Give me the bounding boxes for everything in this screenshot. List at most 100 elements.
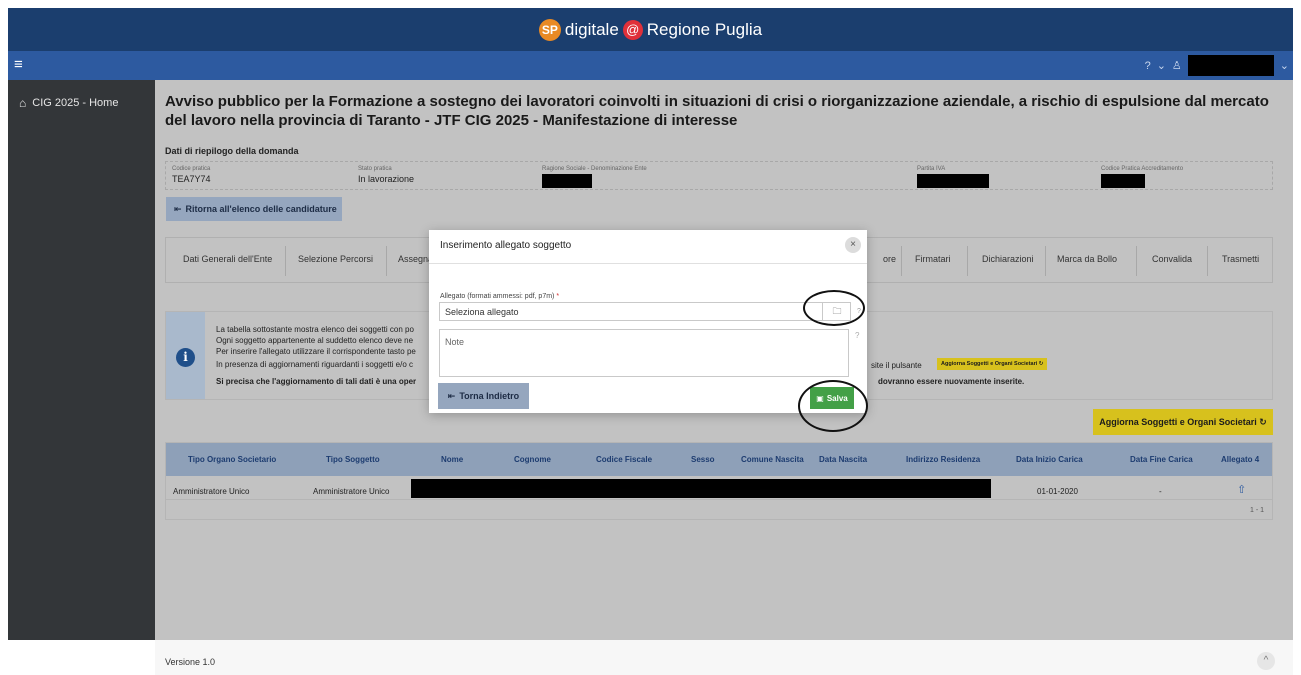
scroll-top-button[interactable]: ^ — [1257, 652, 1275, 670]
cell-data-fine: - — [1159, 487, 1162, 496]
ragione-sociale-redacted — [542, 174, 592, 188]
codice-pratica-value: TEA7Y74 — [172, 174, 211, 184]
tab-divider — [901, 246, 902, 276]
info-line-4-right: site il pulsante — [871, 361, 922, 370]
th-allegato-4[interactable]: Allegato 4 — [1221, 455, 1259, 464]
th-tipo-soggetto[interactable]: Tipo Soggetto — [326, 455, 380, 464]
close-icon[interactable]: × — [845, 237, 861, 253]
info-icon: i — [176, 348, 195, 367]
riepilogo-box: Codice pratica TEA7Y74 Stato pratica In … — [165, 161, 1273, 190]
nav-right: ? ⌄ ♙ ⌄ — [1145, 55, 1289, 76]
info-line-5: Si precisa che l'aggiornamento di tali d… — [216, 377, 417, 386]
note-textarea[interactable]: Note — [439, 329, 849, 377]
tab-assegna[interactable]: Assegna — [398, 254, 433, 264]
torna-indietro-button[interactable]: ⇤ Torna Indietro — [438, 383, 529, 409]
tab-dati-generali[interactable]: Dati Generali dell'Ente — [183, 254, 272, 264]
partita-iva-cell: Partita IVA — [917, 166, 989, 193]
stato-pratica-cell: Stato pratica In lavorazione — [358, 166, 414, 184]
riepilogo-heading: Dati di riepilogo della domanda — [165, 146, 299, 156]
banner-text-right: Regione Puglia — [646, 19, 763, 39]
info-line-2: Ogni soggetto appartenente al suddetto e… — [216, 336, 414, 345]
tab-divider — [1207, 246, 1208, 276]
annotation-oval-save — [798, 380, 868, 432]
th-indirizzo-residenza[interactable]: Indirizzo Residenza — [906, 455, 980, 464]
back-icon: ⇤ — [174, 203, 182, 214]
info-line-4: In presenza di aggiornamenti riguardanti… — [216, 360, 414, 369]
codice-accreditamento-redacted — [1101, 174, 1145, 188]
modal-divider — [429, 263, 867, 264]
help-icon[interactable]: ? — [1145, 60, 1151, 72]
upload-icon[interactable]: ⇧ — [1237, 483, 1246, 496]
row-divider — [166, 499, 1272, 500]
torna-indietro-label: Torna Indietro — [459, 391, 520, 401]
user-menu-chevron-icon[interactable]: ⌄ — [1280, 59, 1289, 72]
th-data-nascita[interactable]: Data Nascita — [819, 455, 867, 464]
banner-text-left: digitale — [564, 19, 619, 39]
navbar: ≡ ? ⌄ ♙ ⌄ — [8, 51, 1293, 80]
tab-firmatari[interactable]: Firmatari — [915, 254, 951, 264]
tab-divider — [967, 246, 968, 276]
sidebar-item-label: CIG 2025 - Home — [32, 97, 119, 109]
allegato-label-text: Allegato (formati ammessi: pdf, p7m) — [440, 293, 555, 300]
partita-iva-label: Partita IVA — [917, 166, 946, 172]
tab-trasmetti[interactable]: Trasmetti — [1222, 254, 1259, 264]
stato-pratica-label: Stato pratica — [358, 166, 392, 172]
info-line-5-right: dovranno essere nuovamente inserite. — [878, 377, 1025, 386]
row-redacted-data — [411, 479, 991, 498]
tab-marca-da-bollo[interactable]: Marca da Bollo — [1057, 254, 1117, 264]
sidebar-item-home[interactable]: ⌂ CIG 2025 - Home — [8, 80, 155, 110]
th-data-inizio-carica[interactable]: Data Inizio Carica — [1016, 455, 1083, 464]
cell-data-inizio: 01-01-2020 — [1037, 487, 1078, 496]
hamburger-icon[interactable]: ≡ — [14, 57, 30, 73]
page-title: Avviso pubblico per la Formazione a sost… — [165, 93, 1269, 129]
codice-accreditamento-label: Codice Pratica Accreditamento — [1101, 166, 1184, 172]
tab-convalida[interactable]: Convalida — [1152, 254, 1192, 264]
allegato-file-input[interactable]: Seleziona allegato — [439, 302, 851, 321]
table-pager: 1 - 1 — [1249, 507, 1264, 514]
soggetti-table: Tipo Organo Societario Tipo Soggetto Nom… — [165, 442, 1273, 520]
th-nome[interactable]: Nome — [441, 455, 463, 464]
inline-aggiorna-button: Aggiorna Soggetti e Organi Societari ↻ — [937, 358, 1048, 370]
th-data-fine-carica[interactable]: Data Fine Carica — [1130, 455, 1193, 464]
back-to-list-button[interactable]: ⇤ Ritorna all'elenco delle candidature — [166, 197, 342, 221]
table-header: Tipo Organo Societario Tipo Soggetto Nom… — [166, 443, 1272, 476]
back-icon: ⇤ — [447, 390, 456, 401]
footer: Versione 1.0 ^ — [155, 640, 1293, 675]
cell-tipo-organo: Amministratore Unico — [173, 487, 250, 496]
codice-pratica-label: Codice pratica — [172, 166, 211, 172]
tab-divider — [1045, 246, 1046, 276]
aggiorna-soggetti-button[interactable]: Aggiorna Soggetti e Organi Societari ↻ — [1093, 409, 1273, 435]
th-tipo-organo[interactable]: Tipo Organo Societario — [188, 455, 276, 464]
th-sesso[interactable]: Sesso — [691, 455, 715, 464]
codice-accreditamento-cell: Codice Pratica Accreditamento — [1101, 166, 1183, 193]
th-comune-nascita[interactable]: Comune Nascita — [741, 455, 804, 464]
codice-pratica-cell: Codice pratica TEA7Y74 — [172, 166, 211, 184]
th-codice-fiscale[interactable]: Codice Fiscale — [596, 455, 652, 464]
home-icon: ⌂ — [19, 96, 27, 110]
annotation-oval-browse — [803, 290, 865, 326]
tab-divider — [285, 246, 286, 276]
user-name-redacted — [1187, 55, 1274, 76]
tab-selezione-percorsi[interactable]: Selezione Percorsi — [298, 254, 373, 264]
ragione-sociale-label: Ragione Sociale - Denominazione Ente — [542, 166, 647, 172]
partita-iva-redacted — [917, 174, 989, 188]
tab-dichiarazioni[interactable]: Dichiarazioni — [982, 254, 1034, 264]
at-logo: @ — [622, 19, 643, 40]
note-help-icon: ? — [855, 331, 860, 340]
allegato-modal: Inserimento allegato soggetto × Allegato… — [429, 230, 867, 413]
stato-pratica-value: In lavorazione — [358, 174, 415, 184]
modal-title: Inserimento allegato soggetto — [440, 240, 572, 251]
cell-tipo-soggetto: Amministratore Unico — [313, 487, 390, 496]
sidebar: ⌂ CIG 2025 - Home — [8, 80, 155, 640]
info-line-3: Per inserire l'allegato utilizzare il co… — [216, 347, 416, 356]
app-root: SP digitale @ Regione Puglia ≡ ? ⌄ ♙ ⌄ ⌂… — [0, 0, 1301, 675]
chevron-down-icon[interactable]: ⌄ — [1157, 59, 1166, 72]
tab-partial-ore[interactable]: ore — [883, 254, 896, 264]
info-line-1: La tabella sottostante mostra elenco dei… — [216, 325, 414, 334]
tab-divider — [386, 246, 387, 276]
sp-logo: SP — [538, 18, 561, 41]
top-banner: SP digitale @ Regione Puglia — [8, 8, 1293, 51]
version-label: Versione 1.0 — [165, 657, 216, 667]
user-icon[interactable]: ♙ — [1172, 59, 1182, 72]
th-cognome[interactable]: Cognome — [514, 455, 551, 464]
